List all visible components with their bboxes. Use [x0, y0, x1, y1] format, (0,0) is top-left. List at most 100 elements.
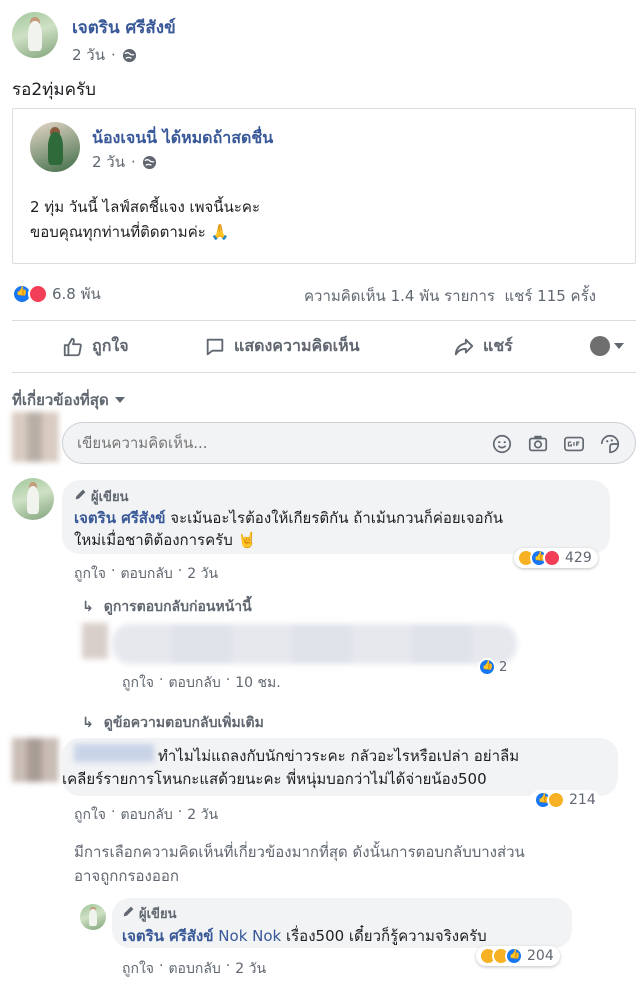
separator-dot: ·	[225, 958, 231, 974]
reply-time[interactable]: 2 วัน	[235, 958, 266, 980]
reply-reactions[interactable]: 204	[476, 946, 560, 966]
love-reaction-icon	[543, 549, 561, 567]
comment-actions: ถูกใจ · ตอบกลับ · 2 วัน	[74, 804, 218, 826]
post-time[interactable]: 2 วัน	[72, 43, 105, 67]
share-label: แชร์	[483, 336, 513, 355]
pencil-icon	[74, 488, 87, 505]
comment-author-avatar[interactable]	[12, 478, 54, 520]
reactions-count: 6.8 พัน	[52, 285, 101, 303]
comment-author-name[interactable]: เจตริน ศรีสังข์	[74, 509, 166, 527]
reaction-count: 214	[569, 792, 596, 808]
shared-author-name[interactable]: น้องเจนนี่ ได้หมดถ้าสดชื่น	[92, 126, 273, 151]
comment-reactions[interactable]: 214	[530, 790, 600, 810]
view-previous-replies[interactable]: ↳ ดูการตอบกลับก่อนหน้านี้	[82, 596, 252, 618]
reply-body: เรื่อง500 เดี๋ยวก็รู้ความจริงครับ	[281, 927, 487, 945]
separator-dot: ·	[225, 672, 231, 688]
comment-composer[interactable]	[62, 422, 636, 464]
reply-time[interactable]: 10 ชม.	[235, 672, 280, 694]
view-previous-replies-label: ดูการตอบกลับก่อนหน้านี้	[103, 599, 252, 615]
reply-like-link[interactable]: ถูกใจ	[122, 958, 154, 980]
globe-icon	[122, 48, 137, 63]
caret-down-icon	[614, 343, 624, 349]
comment-text-line1: ทำไมไม่แถลงกับนักข่าวระคะ กลัวอะไรหรือเป…	[158, 747, 520, 765]
comment-like-link[interactable]: ถูกใจ	[74, 563, 106, 585]
author-badge-label: ผู้เขียน	[139, 907, 177, 922]
commenter-avatar	[12, 738, 58, 782]
separator-dot: ·	[111, 563, 116, 579]
reaction-summary[interactable]: 6.8 พัน	[12, 282, 101, 306]
current-user-avatar	[12, 412, 58, 462]
author-badge: ผู้เขียน	[122, 903, 176, 924]
comment-input[interactable]	[77, 432, 477, 454]
separator-dot: ·	[177, 563, 183, 579]
reply-reactions[interactable]: 2	[478, 658, 507, 676]
love-reaction-icon	[28, 284, 48, 304]
post-meta: 2 วัน ·	[72, 43, 137, 67]
separator-dot: ·	[111, 804, 116, 820]
speech-bubble-icon	[204, 336, 226, 358]
reply-like-link[interactable]: ถูกใจ	[122, 672, 154, 694]
commenter-name-blurred	[74, 744, 154, 762]
haha-reaction-icon	[547, 791, 565, 809]
view-more-replies[interactable]: ↳ ดูข้อความตอบกลับเพิ่มเติม	[82, 712, 264, 734]
mention-link[interactable]: Nok Nok	[218, 927, 281, 945]
author-badge: ผู้เขียน	[74, 486, 128, 507]
separator-dot: ·	[159, 958, 164, 974]
emoji-icon[interactable]	[491, 433, 513, 459]
view-more-replies-label: ดูข้อความตอบกลับเพิ่มเติม	[103, 715, 264, 731]
reply-bubble	[112, 624, 517, 664]
comment-label: แสดงความคิดเห็น	[234, 336, 360, 355]
post-author-name[interactable]: เจตริน ศรีสังข์	[72, 14, 176, 41]
gif-icon[interactable]	[563, 433, 585, 459]
like-label: ถูกใจ	[92, 336, 129, 355]
reply-actions: ถูกใจ · ตอบกลับ · 2 วัน	[122, 958, 266, 980]
comment-text-line1: จะเม้นอะไรต้องให้เกียรติกัน ถ้าเม้นกวนก็…	[165, 509, 503, 527]
share-button[interactable]: แชร์	[453, 334, 513, 359]
reaction-count: 2	[499, 659, 508, 675]
pencil-icon	[122, 905, 135, 922]
audience-selector[interactable]	[590, 336, 624, 356]
reply-reply-link[interactable]: ตอบกลับ	[168, 958, 220, 980]
camera-icon[interactable]	[527, 433, 549, 459]
reply-avatar	[82, 623, 108, 659]
reply-author-name[interactable]: เจตริน ศรีสังข์	[122, 927, 214, 945]
comment-actions: ถูกใจ · ตอบกลับ · 2 วัน	[74, 563, 218, 585]
reply-arrow-icon: ↳	[82, 599, 94, 615]
separator-dot: ·	[111, 46, 116, 64]
separator-dot: ·	[159, 672, 164, 688]
author-avatar[interactable]	[12, 12, 58, 58]
comment-filter-dropdown[interactable]: ที่เกี่ยวข้องที่สุด	[12, 388, 125, 412]
caret-down-icon	[114, 397, 125, 403]
comment-text: เจตริน ศรีสังข์ จะเม้นอะไรต้องให้เกียรติ…	[74, 507, 604, 551]
sticker-icon[interactable]	[599, 433, 621, 459]
globe-icon	[142, 155, 157, 170]
reply-author-avatar[interactable]	[80, 904, 106, 930]
comment-reply-link[interactable]: ตอบกลับ	[120, 563, 172, 585]
reaction-count: 429	[565, 550, 592, 566]
reply-text: เจตริน ศรีสังข์ Nok Nok เรื่อง500 เดี๋ยว…	[122, 924, 487, 948]
shared-author-avatar[interactable]	[30, 122, 80, 172]
comment-reactions[interactable]: 429	[514, 548, 598, 568]
shared-text-line1: 2 ทุ่ม วันนี้ ไลฟ์สดชี้แจง เพจนี้นะคะ	[30, 198, 260, 216]
separator-dot: ·	[177, 804, 183, 820]
comment-reply-link[interactable]: ตอบกลับ	[120, 804, 172, 826]
comment-time[interactable]: 2 วัน	[187, 563, 218, 585]
shared-text-line2: ขอบคุณทุกท่านที่ติดตามค่ะ 🙏	[30, 223, 230, 241]
like-button[interactable]: ถูกใจ	[62, 334, 129, 359]
shared-time[interactable]: 2 วัน	[92, 150, 125, 174]
separator-dot: ·	[131, 153, 136, 171]
thumbs-up-icon	[62, 336, 84, 358]
divider	[12, 320, 636, 321]
comment-time[interactable]: 2 วัน	[187, 804, 218, 826]
comment-button[interactable]: แสดงความคิดเห็น	[204, 334, 360, 359]
like-reaction-icon	[478, 658, 496, 676]
comments-shares-count[interactable]: ความคิดเห็น 1.4 พัน รายการ แชร์ 115 ครั้…	[304, 284, 596, 308]
shared-meta: 2 วัน ·	[92, 150, 157, 174]
reaction-count: 204	[527, 948, 554, 964]
comment-like-link[interactable]: ถูกใจ	[74, 804, 106, 826]
small-avatar	[590, 336, 610, 356]
author-badge-label: ผู้เขียน	[91, 490, 129, 505]
reply-reply-link[interactable]: ตอบกลับ	[168, 672, 220, 694]
comment-text-line2: ใหม่เมื่อชาติต้องการครับ 🤘	[74, 531, 257, 549]
share-arrow-icon	[453, 336, 475, 358]
